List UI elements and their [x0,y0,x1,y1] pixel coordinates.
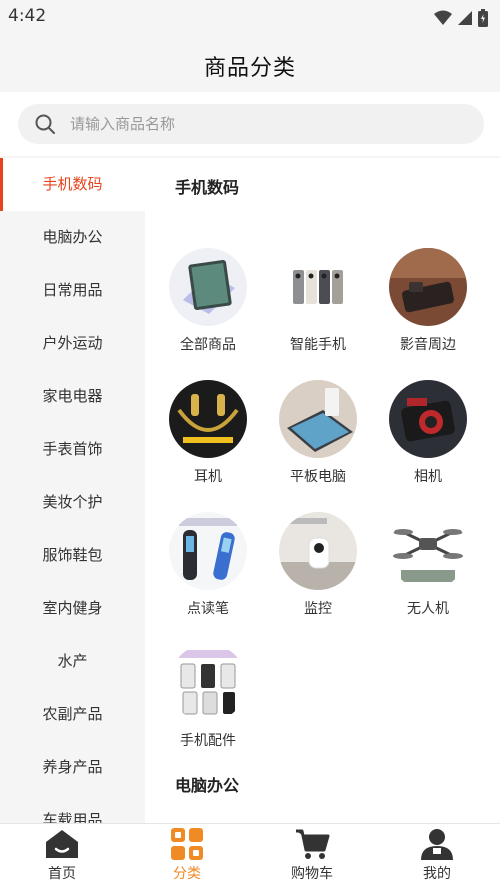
tab-label: 购物车 [291,866,333,882]
status-time: 4:42 [8,6,47,26]
tab-label: 分类 [173,866,201,882]
search-section [0,92,500,156]
sidebar-item-home-appliances[interactable]: 家电电器 [0,370,145,423]
tab-category[interactable]: 分类 [137,828,237,886]
sidebar-item-seafood[interactable]: 水产 [0,635,145,688]
subcategory-label: 全部商品 [180,337,236,353]
subcategory-label: 相机 [414,469,442,485]
tablet-image [169,248,247,326]
subcategory-smartphones[interactable]: 智能手机 [263,248,373,378]
reading-pen-image [169,512,247,590]
sidebar-item-phones-digital[interactable]: 手机数码 [0,158,145,211]
battery-icon [478,9,488,27]
subcategory-label: 无人机 [407,601,449,617]
category-content: 手机数码 全部商品 智能手机 影音周边 耳机 平板电脑 相机 点读笔 监控 无人… [145,158,500,823]
subcategory-label: 影音周边 [400,337,456,353]
tab-profile[interactable]: 我的 [387,828,487,886]
status-icons [434,9,488,27]
sidebar-item-beauty-care[interactable]: 美妆个护 [0,476,145,529]
category-icon [171,828,203,860]
subcategory-label: 点读笔 [187,601,229,617]
home-icon [46,830,78,858]
sidebar-item-car-accessories[interactable]: 车载用品 [0,794,145,823]
cart-icon [296,829,330,859]
status-bar: 4:42 [0,0,500,34]
sidebar-item-computers-office[interactable]: 电脑办公 [0,211,145,264]
tab-home[interactable]: 首页 [12,828,112,886]
subcategory-media-accessories[interactable]: 影音周边 [373,248,483,378]
signal-icon [458,11,472,25]
bottom-tab-bar: 首页 分类 购物车 我的 [0,823,500,887]
subcategory-label: 智能手机 [290,337,346,353]
media-accessory-image [389,248,467,326]
section-title: 手机数码 [175,178,240,197]
camera-image [389,380,467,458]
sidebar-item-apparel-bags[interactable]: 服饰鞋包 [0,529,145,582]
subcategory-cameras[interactable]: 相机 [373,380,483,510]
security-camera-image [279,512,357,590]
search-input[interactable] [70,104,470,144]
tablet-pc-image [279,380,357,458]
tab-label: 首页 [48,866,76,882]
subcategory-label: 手机配件 [180,733,236,749]
page-title: 商品分类 [203,56,296,81]
subcategory-reading-pens[interactable]: 点读笔 [153,512,263,642]
page-header: 商品分类 [0,34,500,92]
drone-image [389,512,467,590]
category-sidebar: 手机数码 电脑办公 日常用品 户外运动 家电电器 手表首饰 美妆个护 服饰鞋包 … [0,158,145,823]
tab-cart[interactable]: 购物车 [262,828,362,886]
subcategory-tablets[interactable]: 平板电脑 [263,380,373,510]
search-bar[interactable] [18,104,484,144]
subcategory-drones[interactable]: 无人机 [373,512,483,642]
subcategory-surveillance[interactable]: 监控 [263,512,373,642]
subcategory-label: 平板电脑 [290,469,346,485]
wifi-icon [434,10,452,25]
subcategory-label: 耳机 [194,469,222,485]
subcategory-label: 监控 [304,601,332,617]
smartphone-image [279,248,357,326]
phone-accessories-image [169,644,247,722]
sidebar-item-health-products[interactable]: 养身产品 [0,741,145,794]
subcategory-phone-accessories[interactable]: 手机配件 [153,644,263,774]
subcategory-earphones[interactable]: 耳机 [153,380,263,510]
sidebar-item-daily-goods[interactable]: 日常用品 [0,264,145,317]
user-icon [421,829,453,860]
search-icon [35,114,55,134]
sidebar-item-farm-products[interactable]: 农副产品 [0,688,145,741]
sidebar-item-outdoor-sports[interactable]: 户外运动 [0,317,145,370]
section-title: 电脑办公 [175,776,240,795]
sidebar-item-watches-jewelry[interactable]: 手表首饰 [0,423,145,476]
tab-label: 我的 [423,866,451,882]
subcategory-all-products[interactable]: 全部商品 [153,248,263,378]
earphones-image [169,380,247,458]
sidebar-item-indoor-fitness[interactable]: 室内健身 [0,582,145,635]
